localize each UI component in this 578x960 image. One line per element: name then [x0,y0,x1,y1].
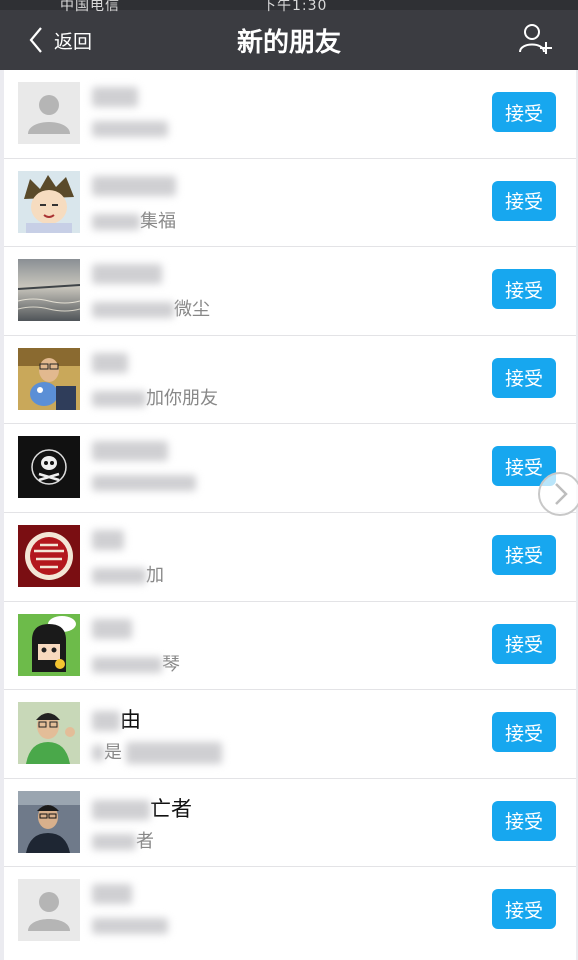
avatar [18,436,80,499]
photo-man-icon [18,347,80,410]
list-item: 加你朋友 接受 [4,336,576,425]
accept-button[interactable]: 接受 [492,269,556,310]
cartoon-girl-icon [18,613,80,676]
request-message [92,915,168,936]
photo-man-glasses-icon [18,790,80,853]
default-avatar-icon [18,82,80,144]
friend-name [92,881,132,905]
avatar [18,702,80,765]
request-message: 加 [92,561,164,587]
floating-arrow-button[interactable] [538,472,578,516]
red-stamp-icon [18,524,80,587]
accept-button[interactable]: 接受 [492,180,556,221]
list-item: 亡者 者 接受 [4,779,576,868]
avatar [18,879,80,942]
avatar [18,82,80,144]
friend-name [92,350,128,374]
list-item: 接受 [4,424,576,513]
accept-button[interactable]: 接受 [492,800,556,841]
friend-name [92,173,176,197]
request-message: 微尘 [92,295,210,321]
friend-name [92,438,168,462]
chevron-left-icon [29,27,42,53]
request-message: 是 [92,738,222,765]
friend-name: 亡者 [92,793,192,823]
friend-name: 由 [92,704,141,734]
avatar [18,613,80,676]
avatar [18,790,80,853]
back-label: 返回 [54,30,93,53]
request-message [92,472,196,493]
list-item: 加 接受 [4,513,576,602]
clock-label: 下午1:30 [262,0,328,14]
avatar [18,170,80,233]
carrier-label: 中国电信 [60,0,120,14]
cartoon-boy-icon [18,170,80,233]
list-item: 集福 接受 [4,159,576,248]
sea-sunset-icon [18,259,80,322]
add-friend-icon [519,24,552,54]
navigation-bar: 中国电信 下午1:30 返回 新的朋友 [0,0,578,70]
skull-logo-icon [18,436,80,499]
friend-name [92,84,138,108]
avatar [18,347,80,410]
request-message: 者 [92,827,154,853]
friend-name [92,616,132,640]
accept-button[interactable]: 接受 [492,534,556,575]
back-button[interactable]: 返回 [28,24,92,56]
list-item: 接受 [4,70,576,159]
photo-young-man-icon [18,702,80,765]
request-message [92,118,168,139]
friend-name [92,261,162,285]
status-bar: 中国电信 下午1:30 [0,0,578,14]
chevron-right-icon [555,483,568,505]
accept-button[interactable]: 接受 [492,712,556,753]
friend-name [92,527,124,551]
accept-button[interactable]: 接受 [492,623,556,664]
friend-request-list: 接受 集福 接受 微尘 接受 加你朋友 接受 接受 加 接受 琴 接受 由 是 … [4,70,576,960]
request-message: 琴 [92,650,180,676]
accept-button[interactable]: 接受 [492,357,556,398]
list-item: 琴 接受 [4,602,576,691]
avatar [18,259,80,322]
avatar [18,524,80,587]
accept-button[interactable]: 接受 [492,889,556,930]
list-item: 微尘 接受 [4,247,576,336]
list-item: 由 是 接受 [4,690,576,779]
add-friend-button[interactable] [518,22,554,56]
accept-button[interactable]: 接受 [492,92,556,132]
request-message: 集福 [92,207,176,233]
request-message: 加你朋友 [92,384,218,410]
list-item: 接受 [4,867,576,956]
default-avatar-icon [18,879,80,942]
